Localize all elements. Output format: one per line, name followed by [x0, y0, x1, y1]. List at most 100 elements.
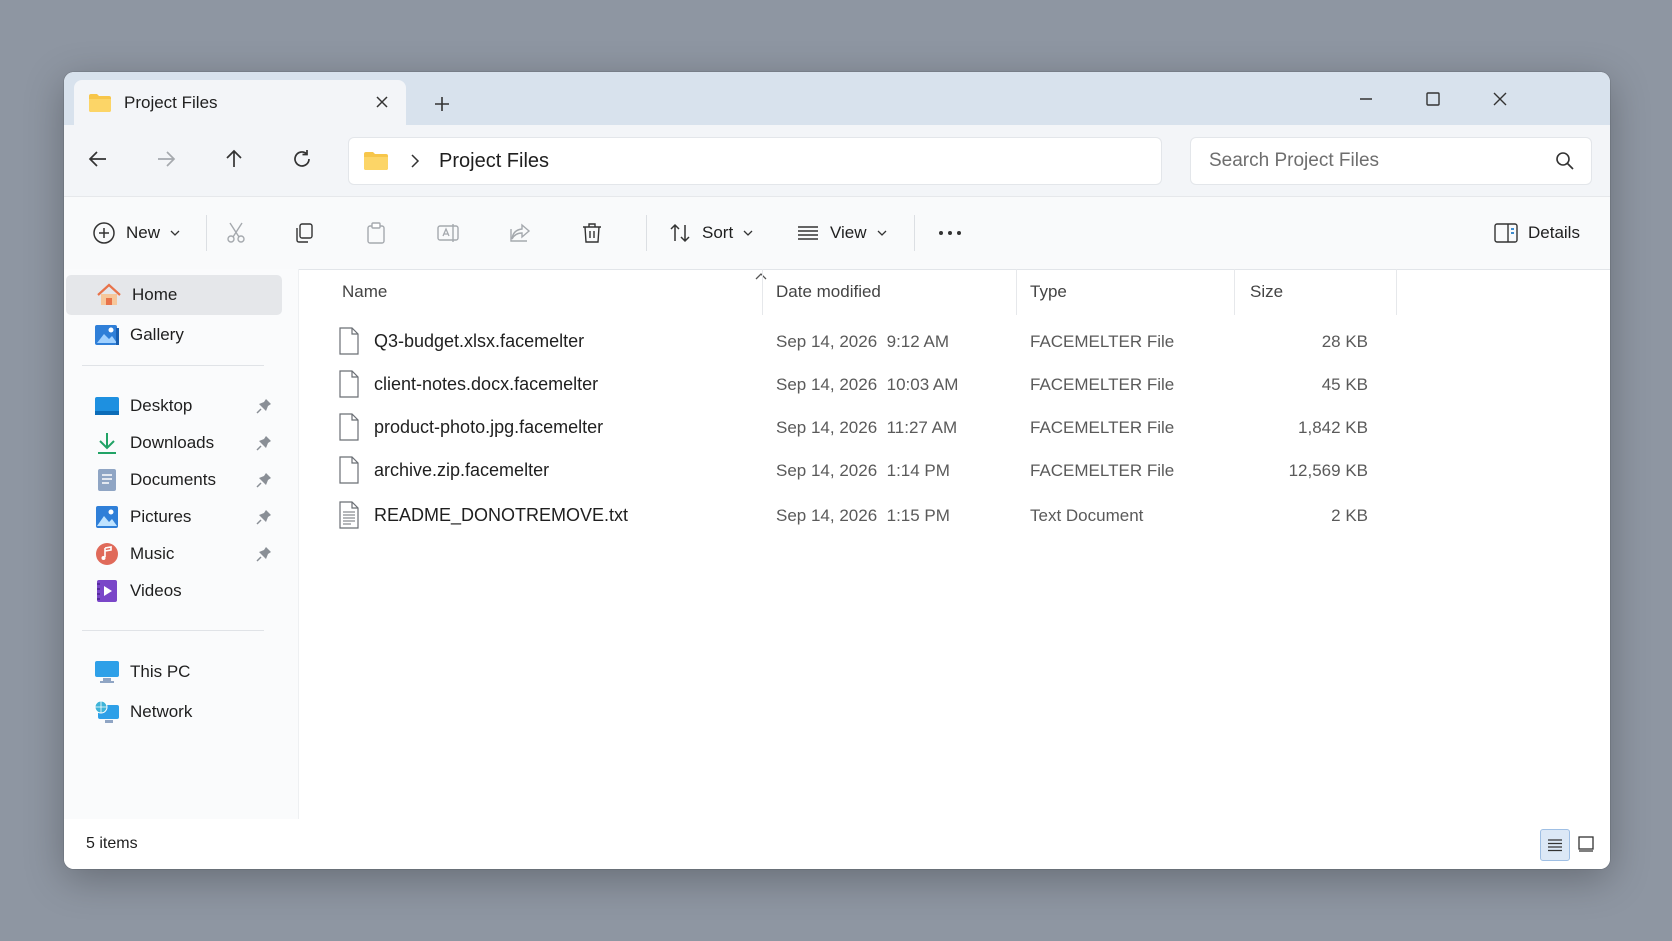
- pin-icon[interactable]: [256, 435, 272, 451]
- close-tab-button[interactable]: [372, 92, 392, 112]
- share-icon: [510, 223, 531, 242]
- list-view-icon: [798, 226, 818, 240]
- pin-icon[interactable]: [256, 472, 272, 488]
- file-icon: [339, 370, 359, 398]
- column-divider[interactable]: [1016, 269, 1017, 315]
- column-header-name[interactable]: Name: [342, 269, 387, 315]
- folder-icon: [89, 93, 111, 112]
- sort-label: Sort: [702, 223, 734, 242]
- file-name: Q3-budget.xlsx.facemelter: [374, 331, 585, 351]
- column-divider[interactable]: [1396, 269, 1397, 315]
- column-divider[interactable]: [762, 269, 763, 315]
- file-date-modified: Sep 14, 2026 9:12 AM: [776, 332, 949, 351]
- sidebar-item-downloads[interactable]: Downloads: [64, 423, 294, 463]
- maximize-icon: [1426, 92, 1440, 106]
- paste-button[interactable]: [364, 213, 388, 253]
- up-button[interactable]: [214, 139, 254, 179]
- sidebar-label: Videos: [130, 581, 182, 600]
- pin-icon[interactable]: [256, 398, 272, 414]
- refresh-button[interactable]: [282, 139, 322, 179]
- pictures-icon: [94, 504, 120, 530]
- sort-icon: [670, 223, 690, 243]
- close-icon: [1493, 92, 1507, 106]
- sort-button[interactable]: Sort: [668, 213, 753, 253]
- scissors-icon: [227, 222, 245, 243]
- tiles-view-button[interactable]: [1572, 829, 1600, 859]
- view-button[interactable]: View: [796, 213, 887, 253]
- sidebar-item-gallery[interactable]: Gallery: [64, 315, 294, 355]
- network-icon: [94, 699, 120, 725]
- address-bar[interactable]: Project Files: [348, 137, 1162, 185]
- chevron-down-icon: [170, 230, 180, 236]
- file-row[interactable]: Q3-budget.xlsx.facemelter Sep 14, 2026 9…: [318, 321, 1398, 361]
- file-type: FACEMELTER File: [1030, 418, 1175, 437]
- maximize-button[interactable]: [1411, 82, 1455, 116]
- file-icon: [339, 327, 359, 355]
- trash-icon: [583, 223, 601, 243]
- tiles-view-icon: [1578, 836, 1594, 852]
- rename-button[interactable]: [436, 213, 460, 253]
- sidebar-label: Pictures: [130, 507, 192, 526]
- delete-button[interactable]: [580, 213, 604, 253]
- file-icon: [339, 456, 359, 484]
- breadcrumb-current[interactable]: Project Files: [439, 150, 549, 173]
- computer-icon: [94, 659, 120, 685]
- sidebar-label: This PC: [130, 662, 191, 681]
- file-type: FACEMELTER File: [1030, 375, 1175, 394]
- details-pane-icon: [1494, 223, 1518, 243]
- more-icon: [939, 231, 961, 235]
- file-row[interactable]: client-notes.docx.facemelter Sep 14, 202…: [318, 364, 1398, 404]
- navigation-pane: Home Gallery Desktop Downloads Documents…: [64, 269, 299, 819]
- sidebar-item-this-pc[interactable]: This PC: [64, 652, 294, 692]
- file-row[interactable]: archive.zip.facemelter Sep 14, 2026 1:14…: [318, 450, 1398, 490]
- column-divider[interactable]: [1234, 269, 1235, 315]
- column-header-size[interactable]: Size: [1250, 269, 1283, 315]
- sidebar-item-music[interactable]: Music: [64, 534, 294, 574]
- cut-button[interactable]: [224, 213, 248, 253]
- back-button[interactable]: [78, 139, 118, 179]
- chevron-right-icon[interactable]: [407, 153, 423, 169]
- sidebar-item-network[interactable]: Network: [64, 692, 294, 732]
- details-pane-button[interactable]: Details: [1494, 213, 1580, 253]
- chevron-down-icon: [877, 230, 887, 236]
- search-box[interactable]: [1190, 137, 1592, 185]
- new-button[interactable]: New: [92, 213, 180, 253]
- file-size: 2 KB: [1331, 506, 1368, 525]
- sidebar-item-documents[interactable]: Documents: [64, 460, 294, 500]
- column-header-type[interactable]: Type: [1030, 269, 1067, 315]
- file-date-modified: Sep 14, 2026 11:27 AM: [776, 418, 958, 437]
- file-row[interactable]: README_DONOTREMOVE.txt Sep 14, 2026 1:15…: [318, 495, 1398, 535]
- minimize-button[interactable]: [1344, 82, 1388, 116]
- search-input[interactable]: [1207, 149, 1541, 173]
- sidebar-label: Gallery: [130, 325, 184, 344]
- pin-icon[interactable]: [256, 546, 272, 562]
- details-view-button[interactable]: [1540, 829, 1570, 861]
- copy-button[interactable]: [292, 213, 316, 253]
- forward-button[interactable]: [146, 139, 186, 179]
- sort-ascending-icon: [755, 273, 767, 280]
- pin-icon[interactable]: [256, 509, 272, 525]
- column-header-date[interactable]: Date modified: [776, 269, 881, 315]
- more-options-button[interactable]: [936, 213, 964, 253]
- new-label: New: [126, 223, 161, 242]
- new-tab-button[interactable]: [428, 90, 456, 118]
- tab-project-files[interactable]: Project Files: [74, 80, 406, 125]
- file-row[interactable]: product-photo.jpg.facemelter Sep 14, 202…: [318, 407, 1398, 447]
- share-button[interactable]: [508, 213, 532, 253]
- search-icon[interactable]: [1555, 151, 1575, 171]
- file-icon: [339, 413, 359, 441]
- file-name: archive.zip.facemelter: [374, 460, 550, 480]
- sidebar-item-home[interactable]: Home: [66, 275, 282, 315]
- sidebar-item-videos[interactable]: Videos: [64, 571, 294, 611]
- sidebar-item-pictures[interactable]: Pictures: [64, 497, 294, 537]
- home-icon: [96, 282, 122, 308]
- close-window-button[interactable]: [1478, 82, 1522, 116]
- file-date-modified: Sep 14, 2026 1:14 PM: [776, 461, 950, 480]
- sidebar-item-desktop[interactable]: Desktop: [64, 386, 294, 426]
- command-bar: New Sort View Details: [64, 196, 1610, 270]
- documents-icon: [94, 467, 120, 493]
- arrow-right-icon: [158, 151, 176, 167]
- minimize-icon: [1360, 98, 1372, 100]
- arrow-up-icon: [226, 149, 242, 167]
- sidebar-label: Documents: [130, 470, 216, 489]
